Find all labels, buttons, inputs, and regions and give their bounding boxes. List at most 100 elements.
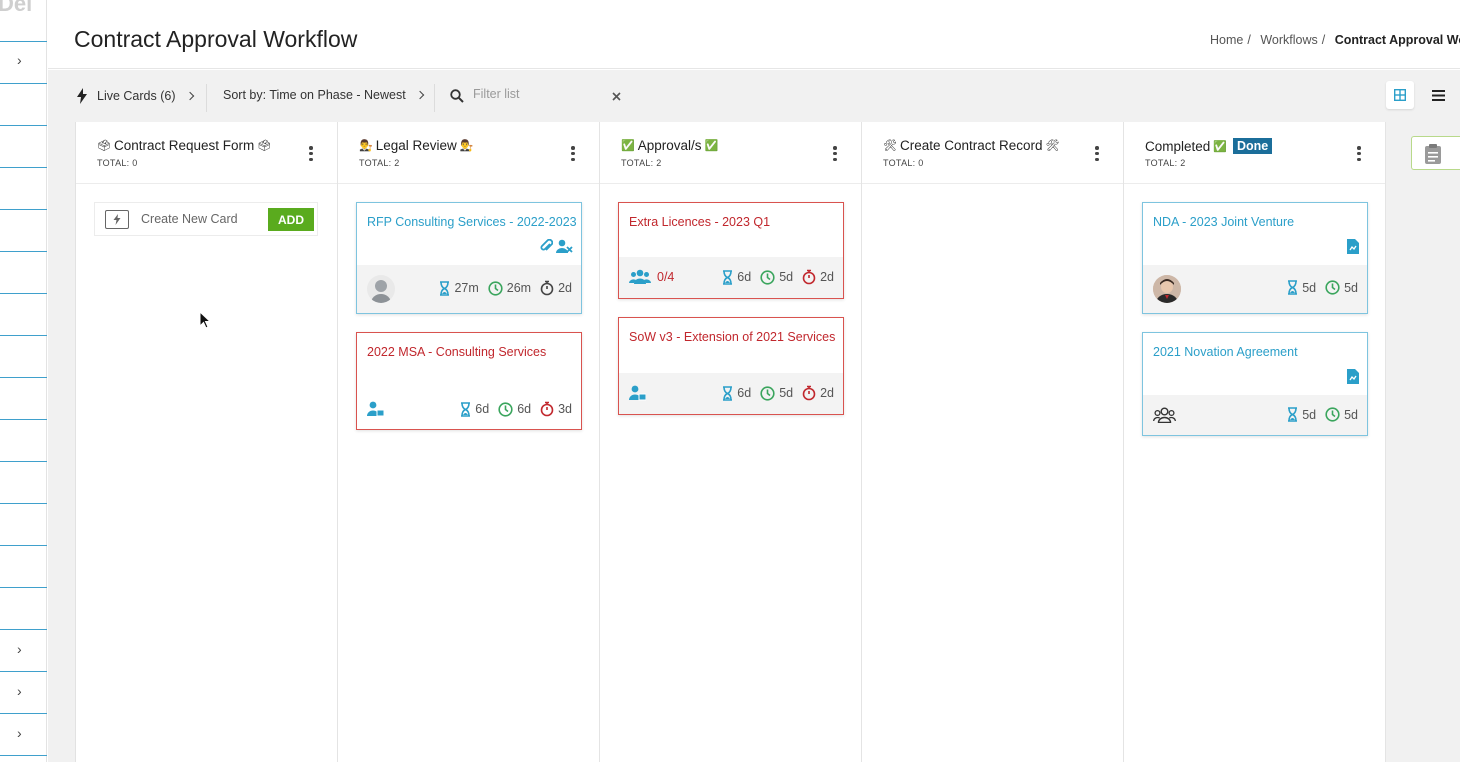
rail-divider [0,293,47,294]
toolbar-divider [206,84,207,112]
rail-divider [0,377,47,378]
new-card-input[interactable] [141,212,261,226]
rail-expand-chevron-icon[interactable]: › [17,642,27,656]
card-icons [1347,369,1359,384]
time-due: 2d [802,269,834,285]
time-active: 5d [1325,280,1358,295]
page-title: Contract Approval Workflow [74,26,358,52]
document-icon [1347,369,1359,384]
column-total: TOTAL: 0 [97,158,138,168]
card-rfp-consulting[interactable]: RFP Consulting Services - 2022-2023 27m [356,202,582,314]
check-mark-icon: ✅ [621,140,635,152]
time-active: 5d [760,269,793,285]
rail-divider [0,125,47,126]
clock-icon [760,385,775,401]
main-area: Live Cards (6) Sort by: Time on Phase - … [48,70,1460,762]
card-title: SoW v3 - Extension of 2021 Services [629,330,836,344]
card-title: 2022 MSA - Consulting Services [367,345,547,359]
rail-divider [0,503,47,504]
card-extra-licences[interactable]: Extra Licences - 2023 Q1 0/4 6d 5d 2d [618,202,844,299]
sort-dropdown[interactable]: Sort by: Time on Phase - Newest [223,88,424,102]
list-icon [1431,89,1445,101]
time-due: 2d [540,280,572,296]
new-card-form: ADD [94,202,318,236]
column-legal-review: 👨‍⚖️ Legal Review 👨‍⚖️ TOTAL: 2 RFP Cons… [338,122,600,762]
column-completed: Completed ✅ Done TOTAL: 2 NDA - 2023 Joi… [1124,122,1386,762]
user-form-icon [629,385,646,401]
column-title-text: Contract Request Form [113,138,255,153]
rail-divider [0,671,47,672]
hourglass-icon [723,385,733,401]
rail-divider [0,587,47,588]
rail-expand-chevron-icon[interactable]: › [17,726,27,740]
ballot-box-icon: 🗳 [257,140,272,152]
avatar [1153,275,1181,303]
column-menu-icon[interactable] [1357,146,1361,162]
card-novation-agreement[interactable]: 2021 Novation Agreement 5d 5d [1142,332,1368,436]
search-icon [450,89,464,103]
clear-filter-icon[interactable] [612,92,621,101]
column-title: 🗳 Contract Request Form 🗳 [97,138,274,153]
card-title: Extra Licences - 2023 Q1 [629,215,771,229]
live-cards-label: Live Cards (6) [97,89,176,103]
card-metrics: 6d 5d 2d [722,385,834,401]
time-active: 6d [498,401,532,417]
rail-divider [0,419,47,420]
column-header: ✅ Approval/s ✅ TOTAL: 2 [600,122,861,184]
judge-icon: 👨‍⚖️ [459,140,474,152]
rail-expand-chevron-icon[interactable]: › [17,53,27,67]
filter-input[interactable] [473,87,603,101]
breadcrumb-home[interactable]: Home [1210,33,1243,47]
list-view-button[interactable] [1424,81,1452,109]
lightning-card-icon [105,210,129,229]
card-sow-v3[interactable]: SoW v3 - Extension of 2021 Services 6d 5… [618,317,844,415]
time-active: 5d [1325,407,1358,422]
card-msa-consulting[interactable]: 2022 MSA - Consulting Services 6d 6d 3d [356,332,582,430]
tools-icon: 🛠 [1045,140,1060,152]
hourglass-value: 6d [475,402,490,416]
card-metrics: 5d 5d [1287,407,1358,422]
column-menu-icon[interactable] [1095,146,1099,162]
page-header: Contract Approval Workflow Home / Workflo… [48,0,1460,69]
time-in-phase: 6d [722,269,752,285]
column-menu-icon[interactable] [833,146,837,162]
breadcrumb: Home/ Workflows/ Contract Approval Workf… [1210,33,1460,47]
time-in-phase: 6d [460,401,490,417]
card-title: NDA - 2023 Joint Venture [1153,215,1295,229]
card-footer: 27m 26m 2d [357,265,581,313]
rail-divider [0,545,47,546]
time-in-phase: 5d [1287,280,1316,295]
rail-divider [0,629,47,630]
card-nda-joint-venture[interactable]: NDA - 2023 Joint Venture 5d 5d [1142,202,1368,314]
tools-icon: 🛠 [883,140,897,152]
live-cards-filter[interactable]: Live Cards (6) [76,88,194,104]
timer-value: 2d [820,270,834,284]
column-title-text: Completed [1145,138,1211,154]
grid-view-button[interactable] [1386,81,1414,109]
clock-value: 6d [517,402,532,416]
column-title: 👨‍⚖️ Legal Review 👨‍⚖️ [359,138,476,153]
rail-expand-chevron-icon[interactable]: › [17,684,27,698]
chevron-right-icon [415,90,424,100]
hourglass-value: 5d [1302,407,1317,422]
clock-value: 5d [1344,407,1358,422]
add-card-button[interactable]: ADD [268,208,314,231]
column-approvals: ✅ Approval/s ✅ TOTAL: 2 Extra Licences -… [600,122,862,762]
rail-divider [0,251,47,252]
time-active: 5d [760,385,793,401]
clock-icon [760,269,775,285]
hourglass-icon [461,401,471,417]
approvers-count: 0/4 [629,269,674,284]
column-title: Completed ✅ Done [1145,138,1273,154]
card-footer: 5d 5d [1143,265,1367,313]
breadcrumb-workflows[interactable]: Workflows [1260,33,1317,47]
card-metrics: 6d 6d 3d [460,401,572,417]
rail-divider [0,167,47,168]
hourglass-value: 5d [1302,280,1317,295]
board-toolbar: Live Cards (6) Sort by: Time on Phase - … [48,70,1460,122]
column-menu-icon[interactable] [571,146,575,162]
side-panel-tab[interactable] [1411,136,1460,170]
hourglass-value: 6d [737,270,752,284]
column-menu-icon[interactable] [309,146,313,162]
paperclip-icon [540,239,553,251]
